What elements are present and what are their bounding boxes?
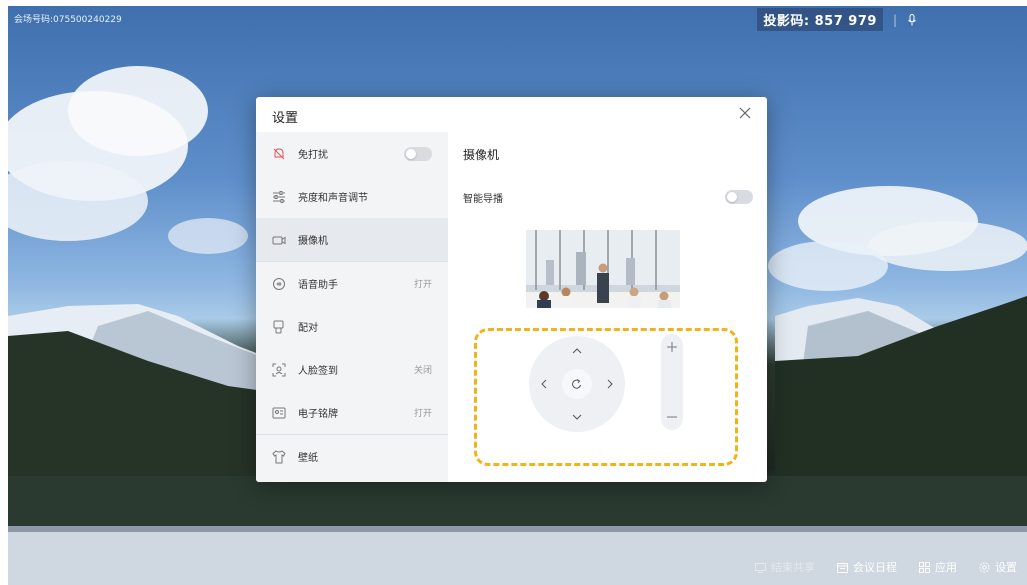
- schedule-button[interactable]: 会议日程: [837, 559, 897, 575]
- sidebar-item-label: 亮度和声音调节: [298, 193, 368, 204]
- pan-up-button[interactable]: [566, 340, 588, 362]
- voice-assistant-status: 打开: [413, 280, 432, 290]
- camera-icon: [272, 236, 286, 244]
- reset-position-button[interactable]: [562, 369, 592, 399]
- face-checkin-icon: [272, 363, 286, 376]
- settings-dialog: 设置 免打扰 亮度和声音调节 摄像机 语音助手 打开 配对 人脸签到 关闭 电子…: [256, 97, 767, 482]
- nameplate-status: 打开: [413, 409, 432, 419]
- reset-icon: [572, 379, 581, 389]
- gear-icon: [979, 562, 990, 572]
- tshirt-icon: [272, 449, 286, 463]
- projection-code-value: 857 979: [814, 14, 877, 29]
- sidebar-item-label: 摄像机: [298, 236, 328, 247]
- pan-down-button[interactable]: [566, 406, 588, 428]
- settings-sidebar: 免打扰 亮度和声音调节 摄像机 语音助手 打开 配对 人脸签到 关闭 电子铭牌 …: [256, 132, 448, 482]
- pairing-icon: [273, 320, 284, 333]
- sidebar-item-face-checkin[interactable]: 人脸签到 关闭: [256, 348, 448, 391]
- close-icon[interactable]: [737, 105, 753, 121]
- apps-label: 应用: [935, 561, 957, 574]
- topbar-separator: |: [892, 12, 897, 27]
- zoom-in-button[interactable]: [661, 336, 683, 358]
- plus-icon: [667, 342, 677, 352]
- sliders-icon: [273, 190, 285, 203]
- camera-settings-panel: 摄像机 智能导播: [448, 132, 767, 482]
- bell-off-icon: [273, 147, 285, 159]
- sidebar-item-label: 壁纸: [298, 453, 318, 464]
- apps-button[interactable]: 应用: [919, 559, 957, 575]
- ptz-direction-pad: [529, 336, 625, 432]
- sidebar-item-camera[interactable]: 摄像机: [256, 218, 448, 261]
- sidebar-item-voice-assistant[interactable]: 语音助手 打开: [256, 262, 448, 305]
- sidebar-item-wallpaper[interactable]: 壁纸: [256, 435, 448, 478]
- settings-label: 设置: [995, 561, 1017, 574]
- schedule-label: 会议日程: [853, 561, 897, 574]
- sidebar-item-label: 配对: [298, 323, 318, 334]
- smart-director-row: 智能导播: [463, 189, 753, 205]
- zoom-out-button[interactable]: [661, 406, 683, 428]
- calendar-icon: [837, 562, 848, 573]
- zoom-control: [661, 334, 683, 430]
- microphone-icon[interactable]: [907, 13, 917, 26]
- settings-button[interactable]: 设置: [979, 559, 1017, 575]
- topbar-right: 投影码: 857 979 |: [757, 8, 917, 31]
- camera-preview-image: [526, 230, 680, 316]
- chevron-up-icon: [572, 348, 582, 354]
- chevron-down-icon: [572, 414, 582, 420]
- smart-director-toggle[interactable]: [725, 190, 753, 204]
- nameplate-icon: [272, 407, 286, 418]
- pan-right-button[interactable]: [599, 373, 621, 395]
- sidebar-item-do-not-disturb[interactable]: 免打扰: [256, 132, 448, 175]
- chevron-right-icon: [607, 379, 613, 389]
- sidebar-item-nameplate[interactable]: 电子铭牌 打开: [256, 391, 448, 434]
- share-stop-icon: [755, 562, 766, 573]
- dialog-title: 设置: [272, 111, 299, 126]
- voice-assistant-icon: [273, 277, 285, 290]
- smart-director-label: 智能导播: [463, 193, 503, 205]
- meeting-number: 会场号码:075500240229: [14, 15, 122, 25]
- end-share-label: 结束共享: [771, 561, 815, 574]
- projection-code: 投影码: 857 979: [757, 8, 883, 31]
- chevron-left-icon: [541, 379, 547, 389]
- pan-left-button[interactable]: [533, 373, 555, 395]
- panel-title: 摄像机: [463, 148, 500, 162]
- minus-icon: [667, 416, 677, 418]
- projection-separator: :: [803, 14, 810, 29]
- apps-grid-icon: [919, 561, 930, 573]
- sidebar-item-brightness-sound[interactable]: 亮度和声音调节: [256, 175, 448, 218]
- sidebar-item-pairing[interactable]: 配对: [256, 305, 448, 348]
- bottom-toolbar: 结束共享 会议日程 应用 设置: [755, 559, 1017, 575]
- projection-label: 投影码: [763, 14, 804, 29]
- end-share-button[interactable]: 结束共享: [755, 559, 815, 575]
- face-checkin-status: 关闭: [413, 366, 432, 376]
- do-not-disturb-toggle[interactable]: [404, 146, 432, 161]
